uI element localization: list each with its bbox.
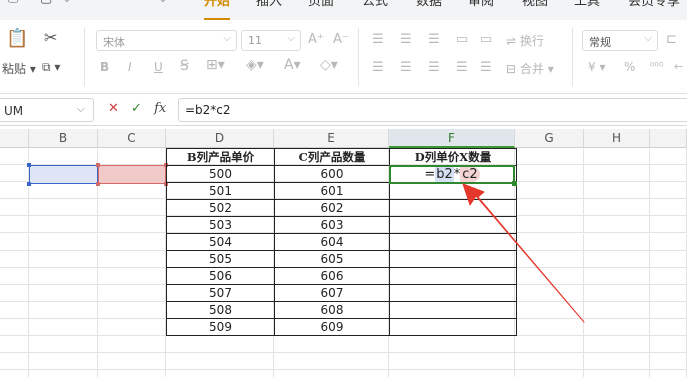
annotation-arrow [462,183,585,323]
red-arrow-shape [462,183,585,323]
